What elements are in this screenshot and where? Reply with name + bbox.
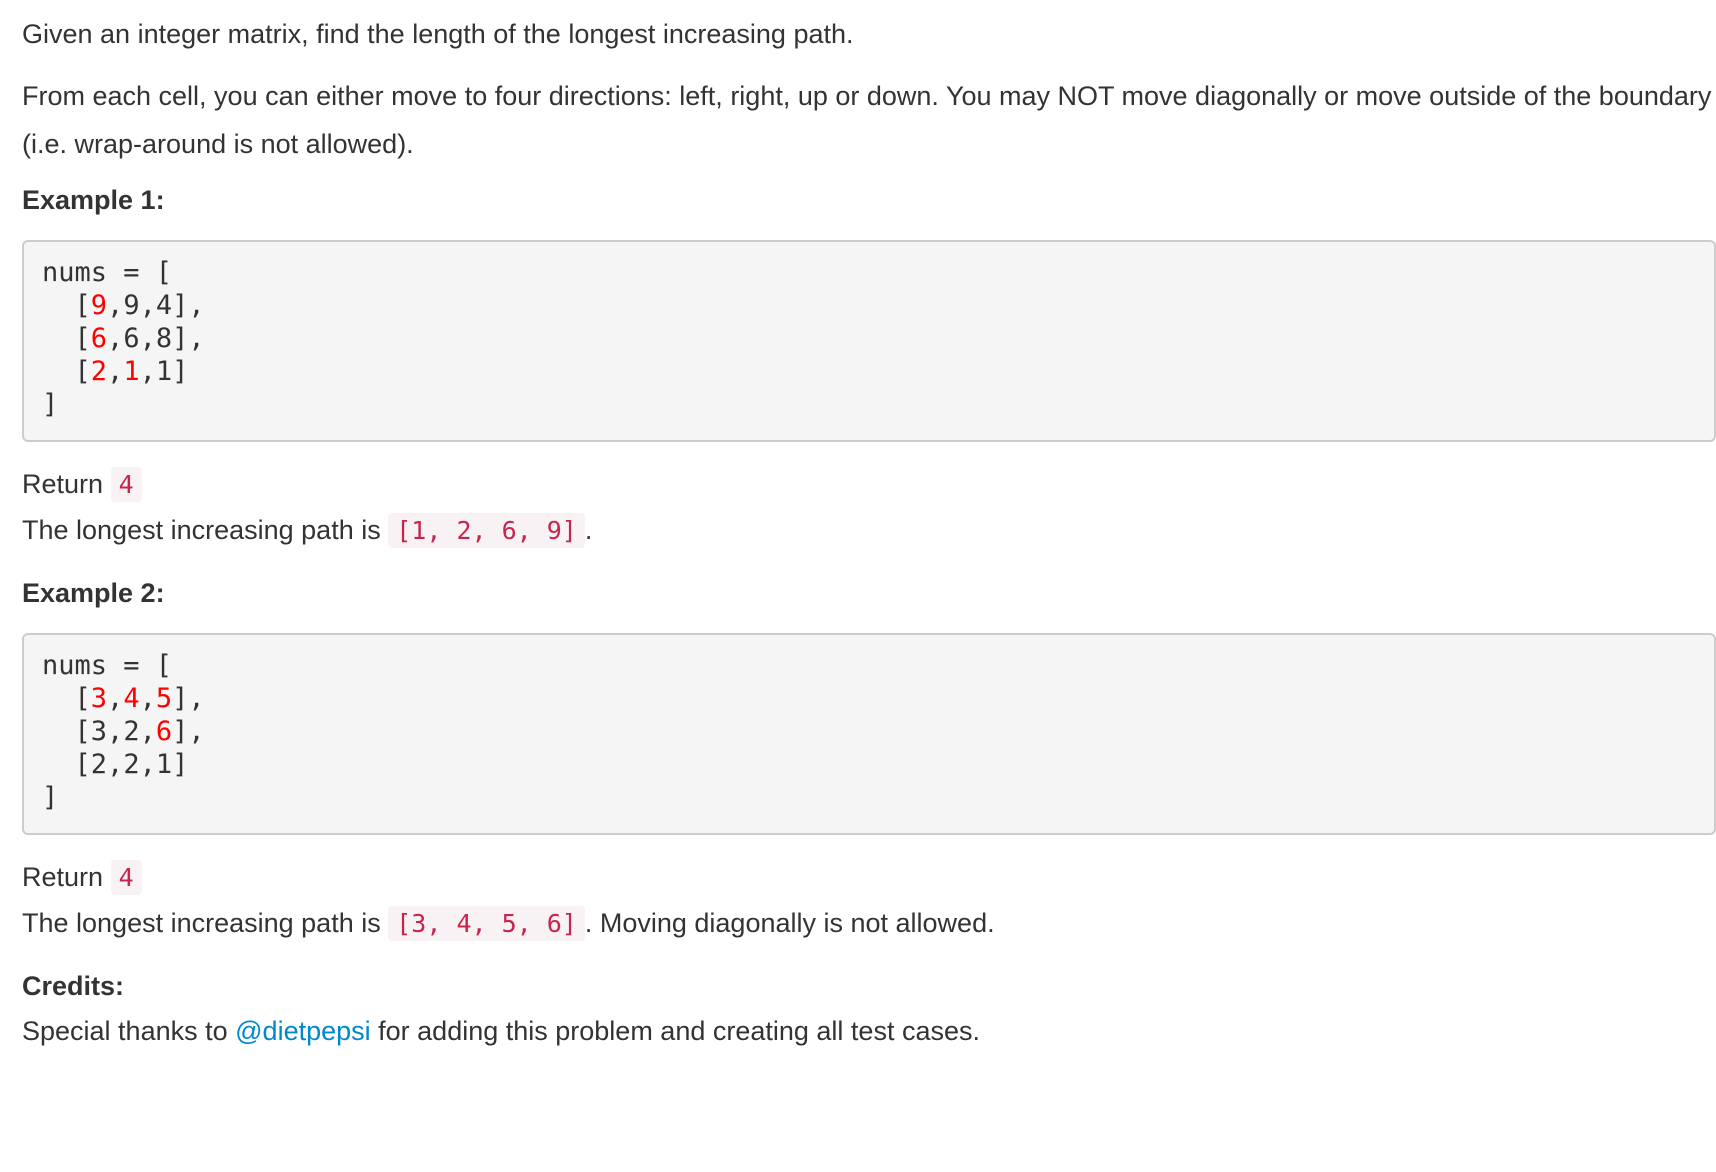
example-2-code-block: nums = [ [3,4,5], [3,2,6], [2,2,1] ] bbox=[22, 633, 1716, 835]
movement-rules-paragraph: From each cell, you can either move to f… bbox=[22, 81, 1712, 159]
example-1-heading: Example 1: bbox=[22, 185, 165, 215]
path-suffix: . bbox=[584, 515, 593, 545]
example-1-code-block: nums = [ [9,9,4], [6,6,8], [2,1,1] ] bbox=[22, 240, 1716, 442]
example-2-return-line: Return 4 bbox=[22, 853, 142, 902]
path-suffix: . Moving diagonally is not allowed. bbox=[584, 908, 995, 938]
example-2-heading: Example 2: bbox=[22, 578, 165, 608]
matrix-cell: 3 bbox=[90, 716, 108, 747]
matrix-cell: 6 bbox=[123, 323, 140, 354]
credits-suffix: for adding this problem and creating all… bbox=[378, 1016, 980, 1046]
code-close-line: ] bbox=[42, 782, 59, 813]
intro-paragraph: Given an integer matrix, find the length… bbox=[22, 19, 854, 49]
return-value: 4 bbox=[110, 467, 142, 502]
example-2-path-line: The longest increasing path is [3, 4, 5,… bbox=[22, 899, 995, 948]
matrix-cell: 2 bbox=[123, 716, 140, 747]
path-label: The longest increasing path is bbox=[22, 908, 381, 938]
credits-paragraph: Special thanks to @dietpepsi for adding … bbox=[22, 1007, 980, 1055]
matrix-cell: 3 bbox=[90, 683, 108, 714]
path-label: The longest increasing path is bbox=[22, 515, 381, 545]
return-label: Return bbox=[22, 469, 104, 499]
author-link[interactable]: @dietpepsi bbox=[235, 1016, 371, 1046]
matrix-cell: 9 bbox=[123, 290, 140, 321]
matrix-cell: 1 bbox=[155, 749, 173, 780]
matrix-cell: 5 bbox=[155, 683, 173, 714]
matrix-cell: 9 bbox=[90, 290, 108, 321]
path-value: [1, 2, 6, 9] bbox=[388, 513, 585, 548]
matrix-cell: 6 bbox=[155, 716, 173, 747]
code-close-line: ] bbox=[42, 389, 59, 420]
matrix-cell: 4 bbox=[123, 683, 140, 714]
matrix-cell: 2 bbox=[90, 356, 108, 387]
matrix-cell: 1 bbox=[155, 356, 173, 387]
return-value: 4 bbox=[110, 860, 142, 895]
matrix-cell: 6 bbox=[90, 323, 108, 354]
credits-prefix: Special thanks to bbox=[22, 1016, 228, 1046]
matrix-cell: 8 bbox=[155, 323, 173, 354]
matrix-cell: 2 bbox=[123, 749, 140, 780]
code-open-line: nums = [ bbox=[42, 650, 173, 681]
matrix-cell: 1 bbox=[123, 356, 140, 387]
credits-heading: Credits: bbox=[22, 971, 125, 1001]
return-label: Return bbox=[22, 862, 104, 892]
example-1-return-line: Return 4 bbox=[22, 460, 142, 509]
code-open-line: nums = [ bbox=[42, 257, 173, 288]
matrix-cell: 4 bbox=[155, 290, 173, 321]
example-1-path-line: The longest increasing path is [1, 2, 6,… bbox=[22, 506, 592, 555]
matrix-cell: 2 bbox=[90, 749, 108, 780]
path-value: [3, 4, 5, 6] bbox=[388, 906, 585, 941]
